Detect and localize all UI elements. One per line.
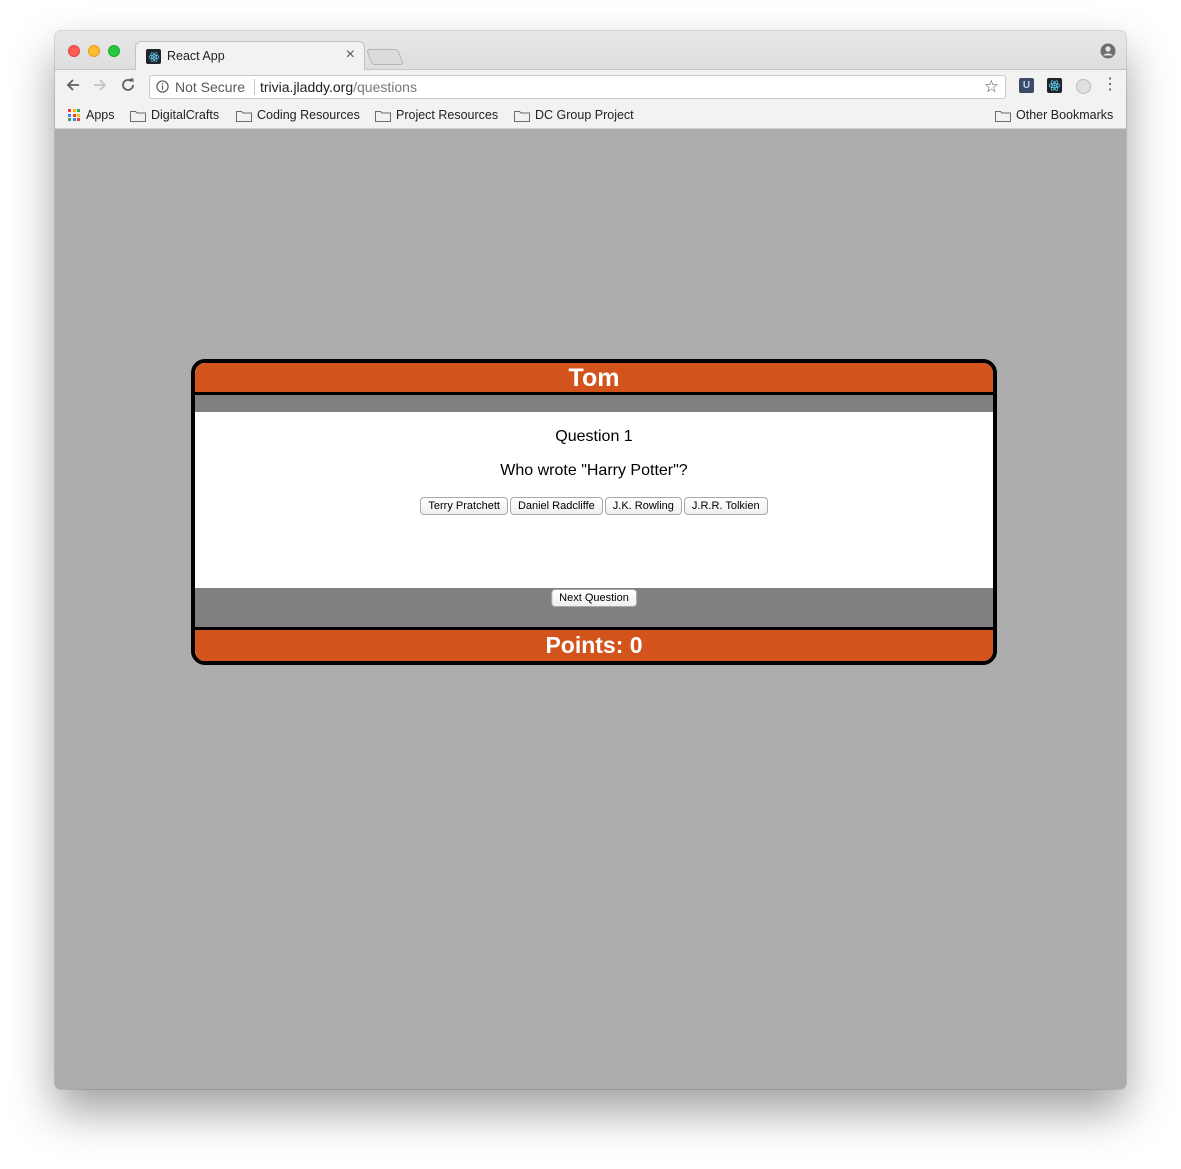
minimize-window-button[interactable] bbox=[88, 45, 100, 57]
folder-icon bbox=[236, 110, 252, 122]
tab-title: React App bbox=[167, 49, 225, 63]
bookmark-star-icon[interactable]: ☆ bbox=[984, 77, 999, 97]
browser-toolbar: Not Secure trivia.jladdy.org/questions ☆… bbox=[55, 70, 1126, 103]
apps-grid-icon bbox=[68, 109, 80, 121]
address-bar[interactable]: Not Secure trivia.jladdy.org/questions ☆ bbox=[149, 75, 1006, 99]
not-secure-label: Not Secure bbox=[175, 79, 246, 95]
folder-icon bbox=[130, 110, 146, 122]
bookmark-label: DC Group Project bbox=[535, 108, 634, 122]
kebab-menu-icon[interactable]: ⋮ bbox=[1102, 76, 1118, 94]
bookmark-label: Project Resources bbox=[396, 108, 499, 122]
omnibox-divider bbox=[254, 79, 255, 95]
answer-button[interactable]: Terry Pratchett bbox=[420, 497, 508, 515]
maximize-window-button[interactable] bbox=[108, 45, 120, 57]
bookmark-apps[interactable]: Apps bbox=[68, 108, 115, 122]
question-text: Who wrote "Harry Potter"? bbox=[500, 462, 688, 479]
browser-tab[interactable]: React App × bbox=[135, 41, 365, 70]
question-number: Question 1 bbox=[555, 428, 633, 445]
answer-button[interactable]: J.R.R. Tolkien bbox=[683, 497, 768, 515]
back-arrow-icon[interactable] bbox=[65, 77, 81, 96]
info-icon[interactable] bbox=[156, 80, 169, 96]
tab-close-icon[interactable]: × bbox=[346, 46, 355, 64]
folder-icon bbox=[375, 110, 391, 122]
extension-circle-icon[interactable] bbox=[1076, 79, 1091, 94]
bookmark-digitalcrafts[interactable]: DigitalCrafts bbox=[130, 108, 219, 122]
bookmark-other-bookmarks[interactable]: Other Bookmarks bbox=[995, 108, 1113, 122]
bookmarks-bar: Apps DigitalCrafts Coding Resources Proj… bbox=[55, 103, 1126, 129]
reload-icon[interactable] bbox=[120, 77, 136, 96]
profile-icon[interactable] bbox=[1100, 43, 1116, 64]
url-text: trivia.jladdy.org/questions bbox=[260, 79, 417, 95]
url-path: /questions bbox=[353, 79, 417, 95]
forward-arrow-icon[interactable] bbox=[92, 77, 108, 96]
extension-shield-icon[interactable]: U bbox=[1019, 78, 1034, 93]
react-devtools-icon[interactable] bbox=[1047, 78, 1062, 93]
url-host: trivia.jladdy.org bbox=[260, 79, 354, 95]
header-divider-band bbox=[195, 395, 993, 412]
question-panel: Question 1 Who wrote "Harry Potter"? Ter… bbox=[195, 412, 993, 588]
answer-button[interactable]: Daniel Radcliffe bbox=[509, 497, 603, 515]
bookmark-coding-resources[interactable]: Coding Resources bbox=[236, 108, 360, 122]
folder-icon bbox=[514, 110, 530, 122]
bookmark-label: Apps bbox=[86, 108, 115, 122]
bookmark-label: Coding Resources bbox=[257, 108, 360, 122]
folder-icon bbox=[995, 110, 1011, 122]
bookmark-label: Other Bookmarks bbox=[1016, 108, 1114, 122]
bookmark-dc-group-project[interactable]: DC Group Project bbox=[514, 108, 634, 122]
bookmark-label: DigitalCrafts bbox=[151, 108, 220, 122]
next-question-button[interactable]: Next Question bbox=[551, 589, 637, 607]
answer-options: Terry Pratchett Daniel Radcliffe J.K. Ro… bbox=[195, 497, 993, 515]
points-display: Points: 0 bbox=[195, 630, 993, 661]
close-window-button[interactable] bbox=[68, 45, 80, 57]
new-tab-button[interactable] bbox=[366, 49, 404, 65]
title-bar: React App × bbox=[55, 31, 1126, 70]
answer-button[interactable]: J.K. Rowling bbox=[604, 497, 682, 515]
browser-window: React App × Not Secure trivia.jladdy.org… bbox=[55, 31, 1126, 1089]
bookmark-project-resources[interactable]: Project Resources bbox=[375, 108, 498, 122]
player-name: Tom bbox=[195, 363, 993, 395]
react-favicon-icon bbox=[146, 49, 161, 64]
trivia-card: Tom Question 1 Who wrote "Harry Potter"?… bbox=[191, 359, 997, 665]
card-footer: Next Question bbox=[195, 588, 993, 630]
